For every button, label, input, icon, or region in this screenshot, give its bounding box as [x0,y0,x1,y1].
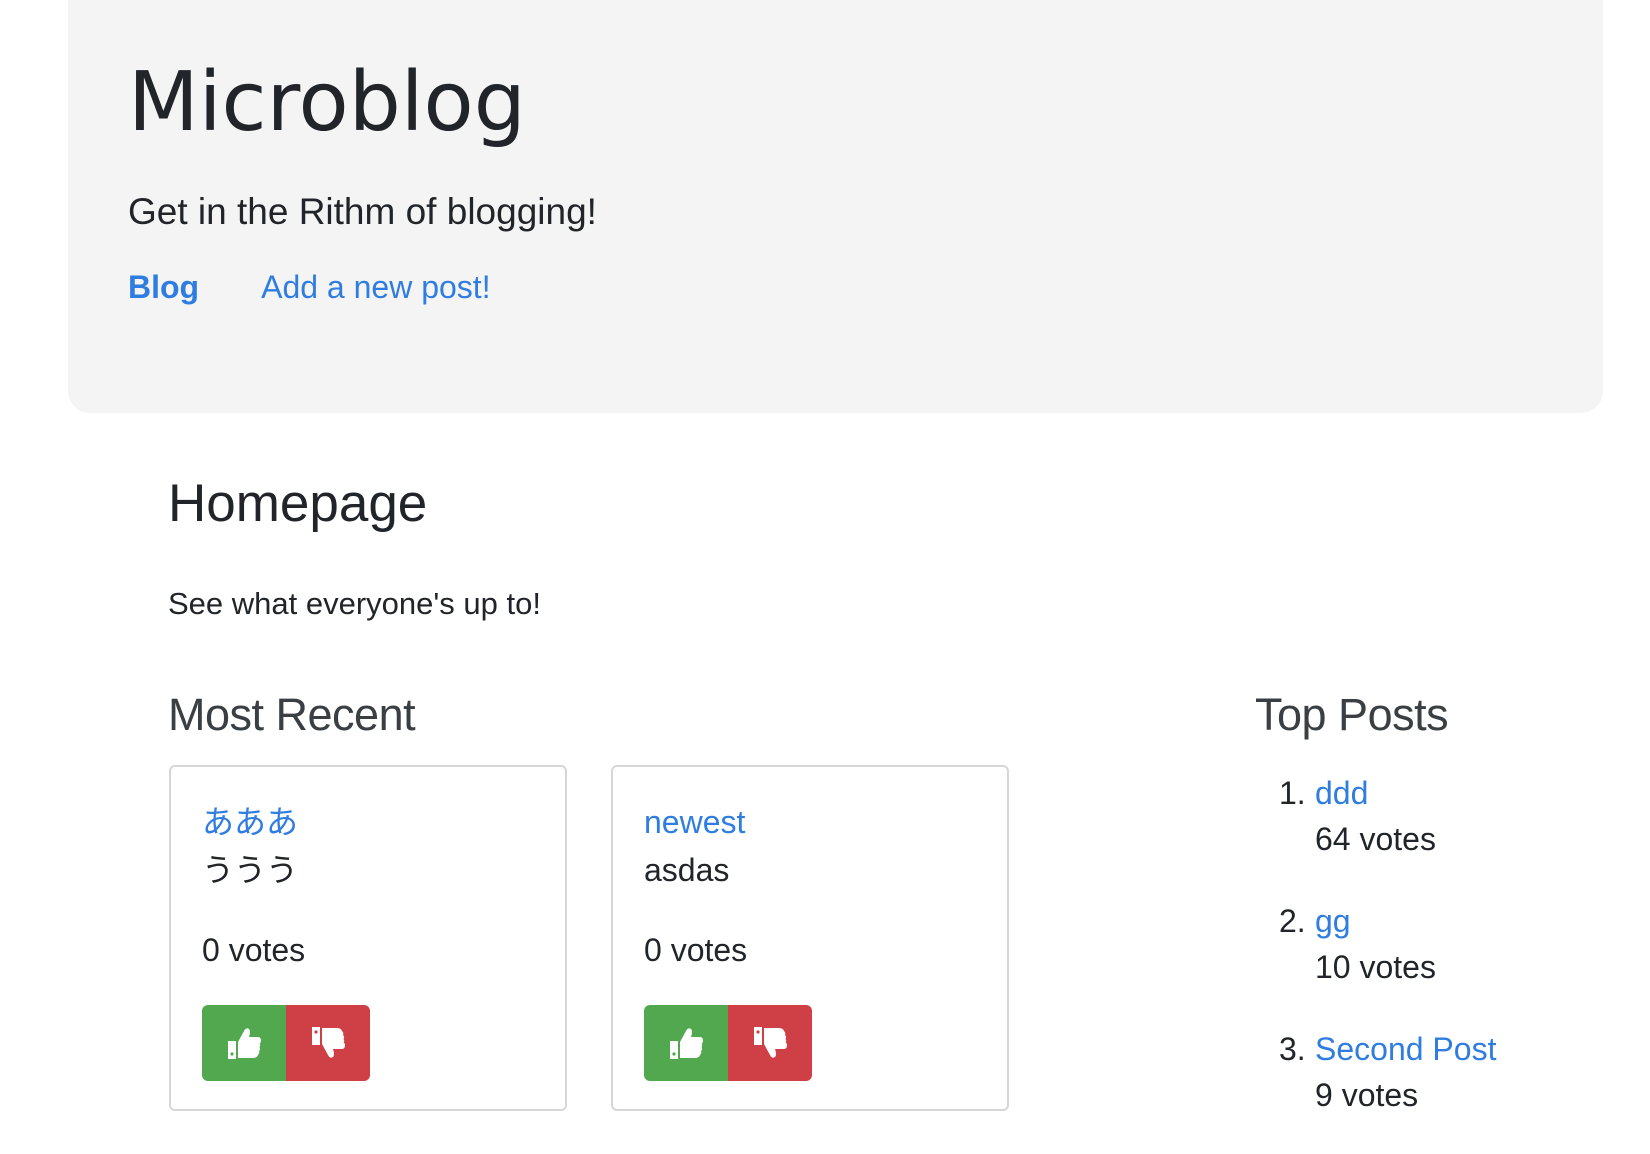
top-post-link[interactable]: Second Post [1315,1026,1496,1072]
upvote-button[interactable] [644,1005,728,1081]
post-body: asdas [644,852,730,888]
thumbs-down-icon [312,1027,345,1058]
vote-button-group [644,1005,812,1081]
thumbs-up-icon [228,1028,261,1059]
rank-number: 2. [1279,903,1306,939]
list-item: 3. Second Post 9 votes [1255,1026,1496,1154]
site-header: Microblog Get in the Rithm of blogging! … [68,0,1603,413]
vote-button-group [202,1005,370,1081]
nav-blog-link[interactable]: Blog [128,268,199,306]
top-post-votes: 64 votes [1315,821,1436,858]
site-title: Microblog [128,55,526,150]
downvote-button[interactable] [286,1005,370,1081]
top-post-votes: 9 votes [1315,1077,1419,1114]
post-card: newest asdas 0 votes [611,765,1009,1111]
rank-number: 1. [1279,775,1306,811]
post-body: ううう [202,852,299,888]
upvote-button[interactable] [202,1005,286,1081]
thumbs-up-icon [670,1028,703,1059]
top-post-votes: 10 votes [1315,949,1436,986]
top-posts-list: 1. ddd 64 votes 2. gg 10 votes 3. Second… [1255,770,1496,1154]
list-item: 2. gg 10 votes [1255,898,1496,1026]
top-post-link[interactable]: gg [1315,898,1496,944]
nav-add-post-link[interactable]: Add a new post! [261,268,490,306]
site-tagline: Get in the Rithm of blogging! [128,191,597,232]
post-title-link[interactable]: newest [644,803,745,841]
post-vote-count: 0 votes [644,932,748,968]
top-post-link[interactable]: ddd [1315,770,1496,816]
most-recent-heading: Most Recent [168,689,416,740]
post-vote-count: 0 votes [202,932,306,968]
top-posts-heading: Top Posts [1255,689,1449,740]
downvote-button[interactable] [728,1005,812,1081]
page-heading: Homepage [168,474,428,533]
post-title-link[interactable]: あああ [202,803,298,841]
page-intro: See what everyone's up to! [168,586,541,621]
post-card: あああ ううう 0 votes [169,765,567,1111]
list-item: 1. ddd 64 votes [1255,770,1496,898]
thumbs-down-icon [754,1027,787,1058]
site-nav: Blog Add a new post! [128,268,491,306]
rank-number: 3. [1279,1031,1306,1067]
